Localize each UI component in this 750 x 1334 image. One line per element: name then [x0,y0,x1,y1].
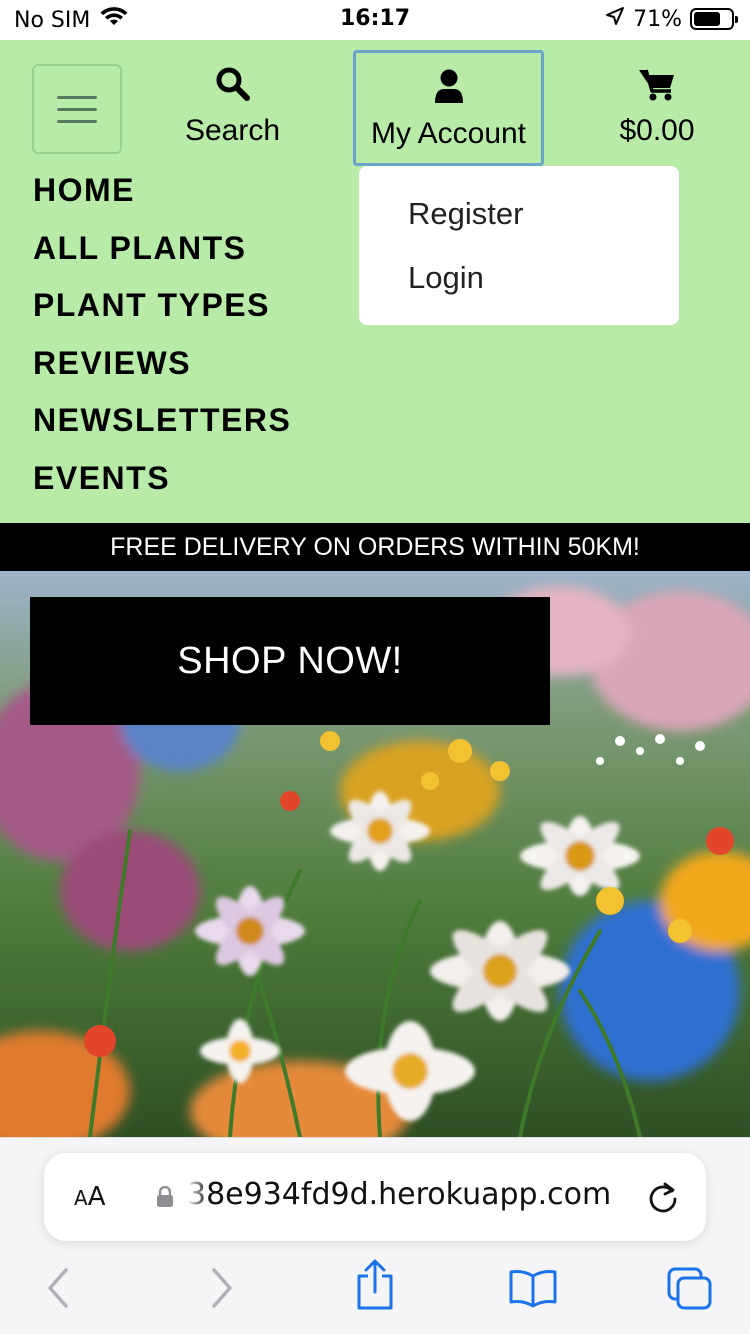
main-nav: HOME ALL PLANTS PLANT TYPES REVIEWS NEWS… [33,170,291,516]
share-icon[interactable] [355,1258,395,1312]
search-label: Search [184,114,281,147]
battery-percent: 71% [633,6,682,32]
delivery-banner: FREE DELIVERY ON ORDERS WITHIN 50KM! [0,523,750,571]
nav-item-plant-types[interactable]: PLANT TYPES [33,285,291,343]
search-button[interactable]: Search [175,62,290,148]
login-link[interactable]: Login [359,256,679,320]
cart-icon [638,62,676,106]
battery-fill [694,12,720,26]
bookmarks-icon[interactable] [508,1268,558,1308]
register-link[interactable]: Register [359,192,679,256]
text-size-button[interactable]: AA [74,1182,105,1212]
location-arrow-icon [605,6,625,32]
search-icon [215,62,251,106]
menu-toggle-button[interactable] [32,64,122,154]
lock-icon [157,1186,173,1207]
nav-item-newsletters[interactable]: NEWSLETTERS [33,400,291,458]
my-account-button[interactable]: My Account [353,50,544,166]
forward-icon[interactable] [206,1266,236,1310]
nav-item-reviews[interactable]: REVIEWS [33,343,291,401]
nav-item-all-plants[interactable]: ALL PLANTS [33,228,291,286]
browser-toolbar [0,1256,750,1326]
user-icon [433,65,465,109]
hamburger-icon [57,87,97,132]
cart-button[interactable]: $0.00 [605,62,709,148]
status-right: 71% [605,6,738,32]
url-text: 38e934fd9d.herokuapp.com [187,1177,612,1212]
nav-item-home[interactable]: HOME [33,170,291,228]
nav-item-events[interactable]: EVENTS [33,458,291,516]
site-header: Search My Account $0.00 HOME ALL PLANTS … [0,40,750,523]
tabs-icon[interactable] [666,1266,714,1312]
battery-icon [690,8,738,30]
my-account-label: My Account [370,117,527,150]
browser-bottom-bar: AA 38e934fd9d.herokuapp.com [0,1137,750,1334]
back-icon[interactable] [44,1266,74,1310]
status-bar: No SIM 16:17 71% [0,0,750,40]
hero-section: SHOP NOW! [0,571,750,1137]
address-bar[interactable]: AA 38e934fd9d.herokuapp.com [44,1153,706,1241]
cart-total: $0.00 [619,114,695,147]
account-dropdown: Register Login [359,166,679,325]
shop-now-button[interactable]: SHOP NOW! [30,597,550,725]
reload-icon[interactable] [646,1179,680,1215]
